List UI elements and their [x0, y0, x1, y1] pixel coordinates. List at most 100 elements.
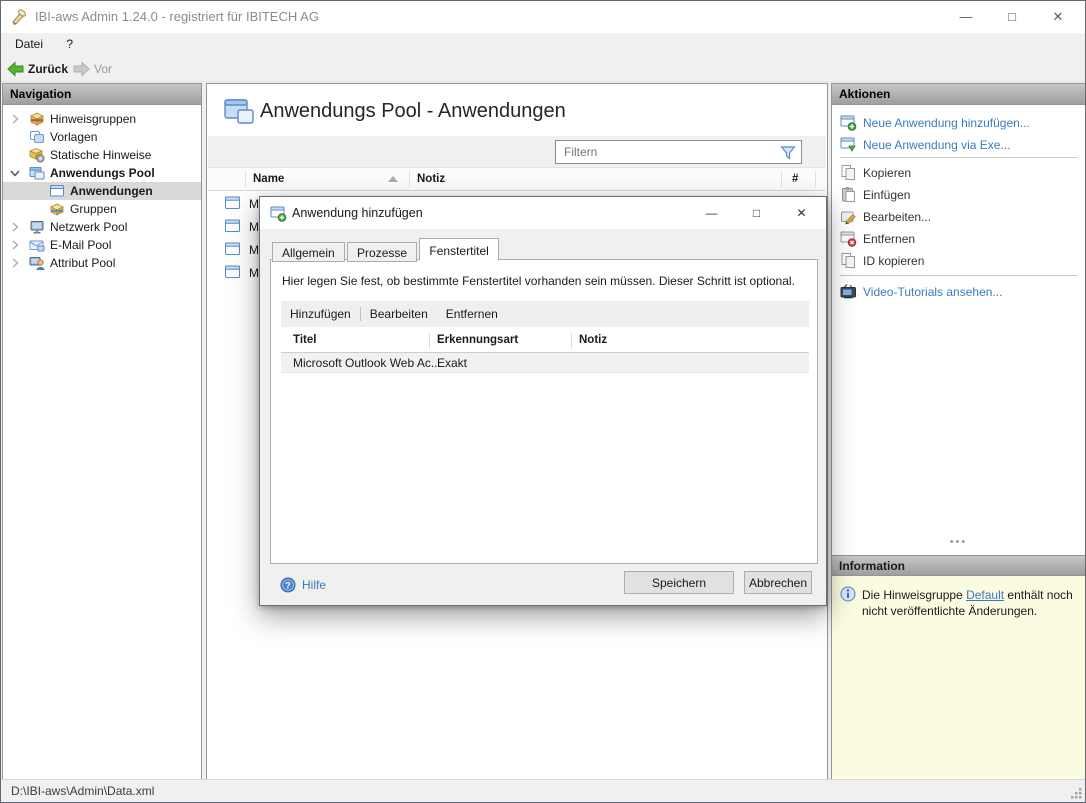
filter-input[interactable] — [556, 141, 801, 163]
tree-item-statische-hinweise[interactable]: Statische Hinweise — [3, 146, 201, 164]
back-button[interactable]: Zurück — [7, 59, 68, 79]
action-paste[interactable]: Einfügen — [832, 184, 1085, 206]
application-row-icon — [225, 219, 240, 232]
email-pool-icon — [29, 240, 45, 252]
svg-text:?: ? — [285, 580, 291, 590]
dialog-titlebar: Anwendung hinzufügen — □ ✕ — [260, 197, 826, 229]
tree-label: Statische Hinweise — [50, 148, 152, 162]
info-text-before: Die Hinweisgruppe — [862, 588, 967, 602]
action-edit[interactable]: Bearbeiten... — [832, 206, 1085, 228]
window-title-row[interactable]: Microsoft Outlook Web Ac... Exakt — [281, 353, 809, 373]
tree-item-attribut-pool[interactable]: Attribut Pool — [3, 254, 201, 272]
add-title-button[interactable]: Hinzufügen — [281, 307, 360, 321]
navigation-header: Navigation — [3, 84, 201, 105]
dialog-title: Anwendung hinzufügen — [292, 206, 423, 220]
navigation-panel: Navigation Hinweisgruppen Vorlagen Stati… — [2, 83, 202, 780]
dialog-maximize-button[interactable]: □ — [734, 197, 779, 229]
application-row-icon — [225, 242, 240, 255]
column-separator — [409, 171, 410, 187]
save-button[interactable]: Speichern — [624, 571, 734, 594]
action-remove[interactable]: Entfernen — [832, 228, 1085, 250]
panel-splitter[interactable]: ••• — [832, 536, 1085, 548]
chevron-right-icon[interactable] — [9, 257, 21, 269]
dialog-close-button[interactable]: ✕ — [779, 197, 824, 229]
action-new-application-exe[interactable]: Neue Anwendung via Exe... — [832, 134, 1085, 156]
column-header-name[interactable]: Name — [253, 173, 284, 185]
edit-icon — [841, 211, 856, 225]
resize-grip-icon[interactable] — [1069, 786, 1083, 800]
copy-id-icon — [841, 253, 855, 268]
help-link[interactable]: ? Hilfe — [280, 576, 326, 594]
dialog-minimize-button[interactable]: — — [689, 197, 734, 229]
cancel-button[interactable]: Abbrechen — [744, 571, 812, 594]
default-group-link[interactable]: Default — [966, 588, 1004, 602]
action-label: Video-Tutorials ansehen... — [863, 285, 1003, 299]
window-title: IBI-aws Admin 1.24.0 - registriert für I… — [35, 9, 319, 24]
action-new-application[interactable]: Neue Anwendung hinzufügen... — [832, 112, 1085, 134]
nav-toolbar: Zurück Vor — [1, 56, 1085, 82]
tree-item-anwendungs-pool[interactable]: Anwendungs Pool — [3, 164, 201, 182]
window-maximize-button[interactable]: □ — [989, 1, 1035, 33]
tab-fenstertitel[interactable]: Fenstertitel — [419, 238, 499, 261]
filter-box — [555, 140, 802, 164]
action-label: Kopieren — [863, 166, 912, 180]
tree-item-gruppen[interactable]: Gruppen — [3, 200, 201, 218]
tab-allgemein[interactable]: Allgemein — [272, 242, 345, 262]
new-application-exe-icon — [840, 137, 856, 152]
application-pool-icon — [29, 167, 45, 180]
column-header-erkennungsart[interactable]: Erkennungsart — [437, 334, 518, 346]
filter-icon[interactable] — [780, 145, 796, 161]
column-separator — [781, 171, 782, 187]
action-label: ID kopieren — [863, 254, 925, 268]
column-header-notiz[interactable]: Notiz — [417, 173, 445, 185]
column-separator — [815, 171, 816, 187]
actions-panel: Aktionen Neue Anwendung hinzufügen... Ne… — [831, 83, 1085, 780]
column-header-titel[interactable]: Titel — [293, 334, 316, 346]
column-header-count[interactable]: # — [792, 173, 798, 185]
dialog-description: Hier legen Sie fest, ob bestimmte Fenste… — [282, 274, 795, 288]
action-label: Einfügen — [863, 188, 911, 202]
tree-item-vorlagen[interactable]: Vorlagen — [3, 128, 201, 146]
tree-item-anwendungen[interactable]: Anwendungen — [3, 182, 201, 200]
tree-item-hinweisgruppen[interactable]: Hinweisgruppen — [3, 110, 201, 128]
remove-title-button[interactable]: Entfernen — [437, 307, 507, 321]
statusbar: D:\IBI-aws\Admin\Data.xml — [1, 779, 1085, 802]
add-application-dialog: Anwendung hinzufügen — □ ✕ Allgemein Pro… — [259, 196, 827, 606]
tree-item-netzwerk-pool[interactable]: Netzwerk Pool — [3, 218, 201, 236]
action-label: Entfernen — [863, 232, 916, 246]
window-minimize-button[interactable]: — — [943, 1, 989, 33]
new-application-icon — [840, 115, 857, 131]
chevron-right-icon[interactable] — [9, 113, 21, 125]
tree-item-email-pool[interactable]: E-Mail Pool — [3, 236, 201, 254]
cell-erkennungsart: Exakt — [437, 356, 468, 370]
action-label: Neue Anwendung hinzufügen... — [863, 116, 1030, 130]
chevron-right-icon[interactable] — [9, 239, 21, 251]
action-video-tutorials[interactable]: Video-Tutorials ansehen... — [832, 281, 1085, 303]
edit-title-button[interactable]: Bearbeiten — [361, 307, 437, 321]
information-message: Die Hinweisgruppe Default enthält noch n… — [862, 587, 1078, 619]
network-pool-icon — [30, 221, 44, 234]
page-title: Anwendungs Pool - Anwendungen — [260, 100, 566, 122]
action-copy-id[interactable]: ID kopieren — [832, 250, 1085, 272]
window-close-button[interactable]: ✕ — [1035, 1, 1081, 33]
forward-button[interactable]: Vor — [73, 59, 112, 79]
information-body: Die Hinweisgruppe Default enthält noch n… — [832, 576, 1085, 780]
action-label: Bearbeiten... — [863, 210, 932, 224]
paste-icon — [842, 187, 855, 202]
information-header: Information — [832, 555, 1085, 576]
chevron-right-icon[interactable] — [9, 221, 21, 233]
menu-datei[interactable]: Datei — [5, 33, 53, 56]
info-icon — [840, 586, 856, 602]
action-label: Neue Anwendung via Exe... — [863, 138, 1011, 152]
tab-prozesse[interactable]: Prozesse — [347, 242, 418, 262]
action-copy[interactable]: Kopieren — [832, 162, 1085, 184]
static-notices-icon — [29, 148, 45, 163]
titlebar: IBI-aws Admin 1.24.0 - registriert für I… — [1, 1, 1085, 33]
tree-label: Attribut Pool — [50, 256, 116, 270]
applications-icon — [50, 185, 64, 197]
notice-groups-icon — [30, 112, 44, 126]
tree-label: Anwendungen — [70, 184, 153, 198]
menu-help[interactable]: ? — [56, 33, 83, 56]
chevron-down-icon[interactable] — [9, 167, 21, 179]
column-header-notiz[interactable]: Notiz — [579, 334, 607, 346]
